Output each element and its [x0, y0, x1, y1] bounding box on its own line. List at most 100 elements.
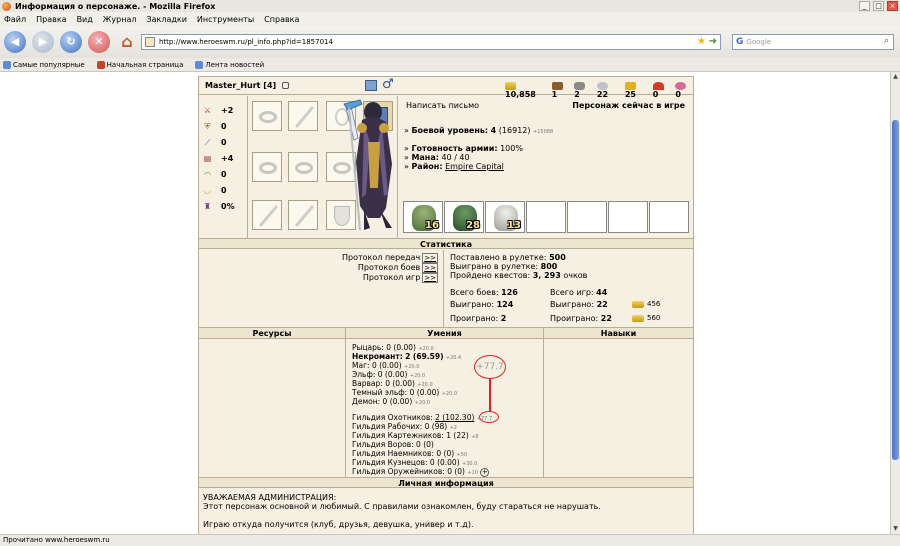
back-button[interactable]: ◀ [4, 31, 26, 53]
label: Выиграно: [450, 300, 495, 309]
forward-button[interactable]: ▶ [32, 31, 54, 53]
ring-slot-2[interactable] [252, 152, 282, 182]
menu-tools[interactable]: Инструменты [197, 15, 254, 24]
site-favicon [145, 37, 155, 47]
search-icon[interactable]: ⌕ [884, 36, 889, 46]
maximize-button[interactable]: □ [873, 1, 884, 11]
close-button[interactable]: × [887, 1, 898, 11]
menu-history[interactable]: Журнал [103, 15, 137, 24]
ring-slot-1[interactable] [252, 101, 282, 131]
boots-slot[interactable] [288, 200, 318, 230]
combat-level-exp: (16912) [498, 126, 531, 135]
skill-delta: +20.0 [441, 391, 458, 397]
bookmark-most-visited[interactable]: Самые популярные [3, 60, 85, 69]
stat-luck: ◠ 0 [203, 170, 227, 179]
window-controls: _ □ × [859, 1, 898, 11]
army-slot-6[interactable] [608, 201, 648, 233]
menu-file[interactable]: Файл [4, 15, 26, 24]
search-placeholder: Google [746, 38, 772, 46]
morale-icon: ◡ [204, 186, 211, 195]
army-slot-7[interactable] [649, 201, 689, 233]
game-protocol-link[interactable]: >> [422, 273, 438, 283]
skill-value: 0 (0.00) [385, 379, 415, 388]
page-viewport: Master_Hurt [4] ♂ 10,858 1 2 22 25 0 0 ⚔… [0, 72, 890, 534]
book-icon[interactable] [365, 80, 377, 91]
scroll-up-icon[interactable]: ▲ [891, 72, 900, 82]
army-slot-3[interactable]: 13 [485, 201, 525, 233]
menu-bar: Файл Правка Вид Журнал Закладки Инструме… [0, 12, 900, 26]
character-name[interactable]: Master_Hurt [205, 81, 260, 90]
skill-mage: Маг: 0 (0.00) +20.0 [352, 361, 419, 370]
label: Проиграно: [550, 314, 599, 323]
menu-help[interactable]: Справка [264, 15, 299, 24]
talents-column: Навыки [544, 327, 693, 477]
protocol-label: Протокол боев [357, 263, 421, 272]
unit-count: 13 [507, 220, 521, 231]
write-letter-link[interactable]: Написать письмо [406, 101, 479, 110]
guild-name: Гильдия Воров: [352, 440, 414, 449]
weapon-slot[interactable] [288, 101, 318, 131]
stop-button[interactable]: ✕ [88, 31, 110, 53]
value: 2 [500, 314, 507, 323]
bookmark-news[interactable]: Лента новостей [195, 60, 264, 69]
home-button[interactable]: ⌂ [116, 31, 138, 53]
annotation-small-circle [479, 411, 499, 423]
stat-value: +4 [221, 154, 234, 163]
attack-icon: ⚔ [203, 106, 212, 115]
games-lost: Проиграно: 22 [550, 314, 612, 323]
district-link[interactable]: Empire Capital [445, 162, 504, 171]
stat-value: 0 [221, 138, 227, 147]
bookmark-star-icon[interactable]: ★ [697, 36, 706, 47]
guild-value: 0 (0) [416, 440, 434, 449]
gold-icon [632, 300, 644, 308]
go-arrow-icon[interactable]: ➜ [709, 36, 717, 47]
hero-portrait [343, 99, 392, 231]
battles-won: Выиграно: 124 [450, 300, 513, 309]
scroll-thumb[interactable] [892, 120, 899, 460]
skill-demon: Демон: 0 (0.00) +20.0 [352, 397, 430, 406]
bookmark-home[interactable]: Начальная страница [96, 60, 184, 69]
district-label: Район: [411, 162, 443, 171]
battle-protocol-link[interactable]: >> [422, 263, 438, 273]
menu-edit[interactable]: Правка [36, 15, 66, 24]
army-slot-1[interactable]: 16 [403, 201, 443, 233]
menu-view[interactable]: Вид [77, 15, 93, 24]
spellpower-icon: ⟋ [204, 138, 211, 147]
firefox-icon [2, 1, 11, 11]
url-bar[interactable]: http://www.heroeswm.ru/pl_info.php?id=18… [141, 34, 721, 50]
window-title: Информация о персонаже. - Mozilla Firefo… [15, 1, 216, 11]
label: Пройдено квестов: [450, 271, 531, 280]
bookmark-label: Начальная страница [106, 60, 184, 69]
gems-icon [675, 81, 687, 90]
character-header: Master_Hurt [4] ♂ 10,858 1 2 22 25 0 0 [199, 77, 693, 99]
stat-defense: ⛨ 0 [203, 122, 227, 131]
combat-level-next: +15088 [533, 129, 554, 135]
reload-button[interactable]: ↻ [60, 31, 82, 53]
vertical-scrollbar[interactable]: ▲ ▼ [890, 72, 900, 534]
menu-bookmarks[interactable]: Закладки [146, 15, 186, 24]
male-gender-icon: ♂ [382, 77, 394, 92]
bookmarks-toolbar: Самые популярные Начальная страница Лент… [0, 58, 900, 72]
skills-column: Умения Рыцарь: 0 (0.00) +20.0 Некромант:… [346, 327, 544, 477]
transfer-protocol-link[interactable]: >> [422, 253, 438, 263]
combat-level-line: » Боевой уровень: 4 (16912) +15088 [404, 126, 554, 135]
minimize-button[interactable]: _ [859, 1, 870, 11]
army-slot-4[interactable] [526, 201, 566, 233]
wood-icon [551, 81, 563, 90]
guild-value: 1 (22) [446, 431, 469, 440]
guild-value: 0 (0) [447, 467, 465, 476]
guild-gunsmiths: Гильдия Оружейников: 0 (0) +10 + [352, 467, 490, 477]
army-slot-2[interactable]: 28 [444, 201, 484, 233]
guild-hunters-link[interactable]: 2 (102.30) [435, 413, 474, 422]
combat-level-label: Боевой уровень: [411, 126, 489, 135]
battles-total: Всего боев: 126 [450, 288, 518, 297]
value: 800 [540, 262, 558, 271]
scroll-down-icon[interactable]: ▼ [891, 524, 900, 534]
sword-slot[interactable] [252, 200, 282, 230]
cloak-slot[interactable] [288, 152, 318, 182]
army-slot-5[interactable] [567, 201, 607, 233]
guild-mercenaries: Гильдия Наемников: 0 (0) +50 [352, 449, 467, 458]
expand-plus-icon[interactable]: + [480, 468, 490, 477]
stat-value: 0 [221, 170, 227, 179]
search-box[interactable]: G Google ⌕ [732, 34, 894, 50]
